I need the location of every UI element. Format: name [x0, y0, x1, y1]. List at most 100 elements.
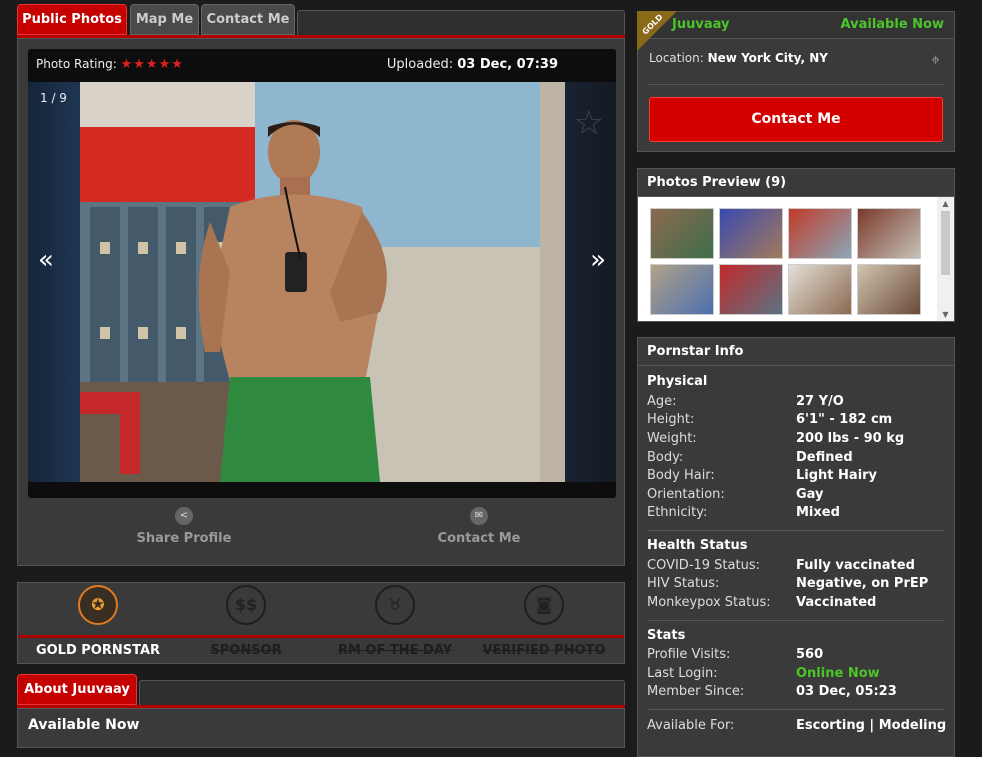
thumbnail[interactable]	[857, 208, 921, 259]
camera-icon: ◙	[524, 585, 564, 625]
rosette-icon: ✪	[78, 585, 118, 625]
scroll-down-icon[interactable]: ▼	[937, 310, 954, 319]
uploaded-value: 03 Dec, 07:39	[457, 57, 558, 72]
about-tabbar: About Juuvaay	[17, 674, 625, 708]
photo-actions: < Share Profile ✉ Contact Me	[18, 501, 626, 561]
map-pin-icon[interactable]: ⌖	[931, 50, 940, 70]
photos-preview-panel: Photos Preview (9) ▲ ▼	[637, 168, 955, 322]
info-value: Vaccinated	[796, 595, 877, 610]
badges-divider	[18, 635, 624, 638]
favorite-star-icon[interactable]: ☆	[574, 103, 604, 143]
tab-map-me[interactable]: Map Me	[130, 4, 199, 35]
info-value: Defined	[796, 450, 853, 465]
badges-panel: ✪ GOLD PORNSTAR $$ SPONSOR ♉ RM OF THE D…	[17, 582, 625, 664]
info-value: Light Hairy	[796, 468, 878, 483]
physical-heading: Physical	[647, 374, 708, 389]
info-value: 03 Dec, 05:23	[796, 684, 897, 699]
thumbnail[interactable]	[650, 208, 714, 259]
badge-sponsor[interactable]: $$ SPONSOR	[171, 585, 321, 658]
thumbnail[interactable]	[857, 264, 921, 315]
photos-tabbar: Public Photos Map Me Contact Me	[17, 4, 625, 38]
info-value: Mixed	[796, 505, 840, 520]
next-photo-button[interactable]: »	[590, 245, 606, 275]
thumbnail-scrollbar[interactable]: ▲ ▼	[937, 197, 954, 321]
prev-photo-button[interactable]: «	[38, 245, 54, 275]
info-value: Gay	[796, 487, 824, 502]
dollar-icon: $$	[226, 585, 266, 625]
prev-photo-strip[interactable]	[28, 82, 80, 482]
available-for-value: Escorting | Modeling	[796, 718, 947, 733]
photos-preview-title: Photos Preview (9)	[638, 169, 954, 197]
upload-date: Uploaded: 03 Dec, 07:39	[387, 57, 558, 72]
badge-rm-of-the-day[interactable]: ♉ RM OF THE DAY	[320, 585, 470, 658]
location: Location: New York City, NY	[649, 51, 828, 65]
info-label: Member Since:	[647, 684, 745, 699]
horns-icon: ♉	[375, 585, 415, 625]
about-heading: Available Now	[28, 717, 140, 733]
profile-name[interactable]: Juuvaay	[672, 17, 729, 32]
profile-divider	[648, 84, 944, 85]
info-label: Height:	[647, 412, 695, 427]
info-label: Age:	[647, 394, 677, 409]
info-divider	[647, 530, 944, 531]
about-tab-filler	[139, 680, 625, 705]
info-label: Monkeypox Status:	[647, 595, 771, 610]
thumbnail[interactable]	[788, 264, 852, 315]
available-for-label: Available For:	[647, 718, 735, 733]
pornstar-info-panel: Pornstar Info Physical Age: 27 Y/O Heigh…	[637, 337, 955, 757]
main-photo-image	[80, 82, 565, 482]
info-value: 560	[796, 647, 824, 662]
info-label: Body Hair:	[647, 468, 715, 483]
share-profile-button[interactable]: < Share Profile	[84, 501, 284, 546]
photo-panel: Photo Rating: ★★★★★ Uploaded: 03 Dec, 07…	[17, 38, 625, 566]
tab-filler	[297, 10, 625, 35]
badge-gold-pornstar[interactable]: ✪ GOLD PORNSTAR	[23, 585, 173, 658]
profile-header: Juuvaay Available Now	[638, 12, 954, 39]
thumbnail-grid	[638, 197, 938, 321]
info-value: Negative, on PrEP	[796, 576, 929, 591]
thumbnail[interactable]	[719, 264, 783, 315]
share-icon: <	[175, 507, 193, 525]
thumbnail[interactable]	[650, 264, 714, 315]
photo-rating-label: Photo Rating:	[36, 57, 117, 71]
info-divider	[647, 709, 944, 710]
tab-about[interactable]: About Juuvaay	[17, 674, 137, 705]
location-value: New York City, NY	[707, 51, 828, 65]
about-panel: Available Now	[17, 708, 625, 748]
uploaded-label: Uploaded:	[386, 57, 454, 72]
contact-me-label: Contact Me	[437, 531, 521, 546]
profile-card: Juuvaay Available Now GOLD Location: New…	[637, 11, 955, 152]
info-label: COVID-19 Status:	[647, 558, 760, 573]
share-profile-label: Share Profile	[136, 531, 232, 546]
info-value: Fully vaccinated	[796, 558, 915, 573]
contact-me-button[interactable]: Contact Me	[649, 97, 943, 142]
info-title: Pornstar Info	[638, 338, 954, 366]
tab-contact-me[interactable]: Contact Me	[201, 4, 295, 35]
thumbnail[interactable]	[788, 208, 852, 259]
location-label: Location:	[649, 51, 704, 65]
info-label: Body:	[647, 450, 684, 465]
info-value: 27 Y/O	[796, 394, 844, 409]
photo-rating: Photo Rating: ★★★★★	[36, 57, 184, 72]
info-label: HIV Status:	[647, 576, 720, 591]
contact-me-link[interactable]: ✉ Contact Me	[379, 501, 579, 546]
photo-viewer: Photo Rating: ★★★★★ Uploaded: 03 Dec, 07…	[28, 49, 616, 498]
scroll-thumb[interactable]	[941, 211, 950, 275]
rating-stars-icon[interactable]: ★★★★★	[121, 57, 184, 72]
badge-verified-photo[interactable]: ◙ VERIFIED PHOTO	[469, 585, 619, 658]
thumbnail[interactable]	[719, 208, 783, 259]
badge-label: VERIFIED PHOTO	[482, 643, 606, 658]
info-label: Last Login:	[647, 666, 718, 681]
info-label: Ethnicity:	[647, 505, 708, 520]
info-label: Profile Visits:	[647, 647, 731, 662]
stats-heading: Stats	[647, 628, 686, 643]
badge-label: RM OF THE DAY	[337, 643, 453, 658]
info-label: Weight:	[647, 431, 697, 446]
info-value: 6'1" - 182 cm	[796, 412, 893, 427]
info-divider	[647, 620, 944, 621]
info-value: 200 lbs - 90 kg	[796, 431, 905, 446]
tab-public-photos[interactable]: Public Photos	[17, 4, 127, 35]
scroll-up-icon[interactable]: ▲	[937, 199, 954, 208]
envelope-icon: ✉	[470, 507, 488, 525]
main-photo[interactable]	[80, 82, 565, 482]
